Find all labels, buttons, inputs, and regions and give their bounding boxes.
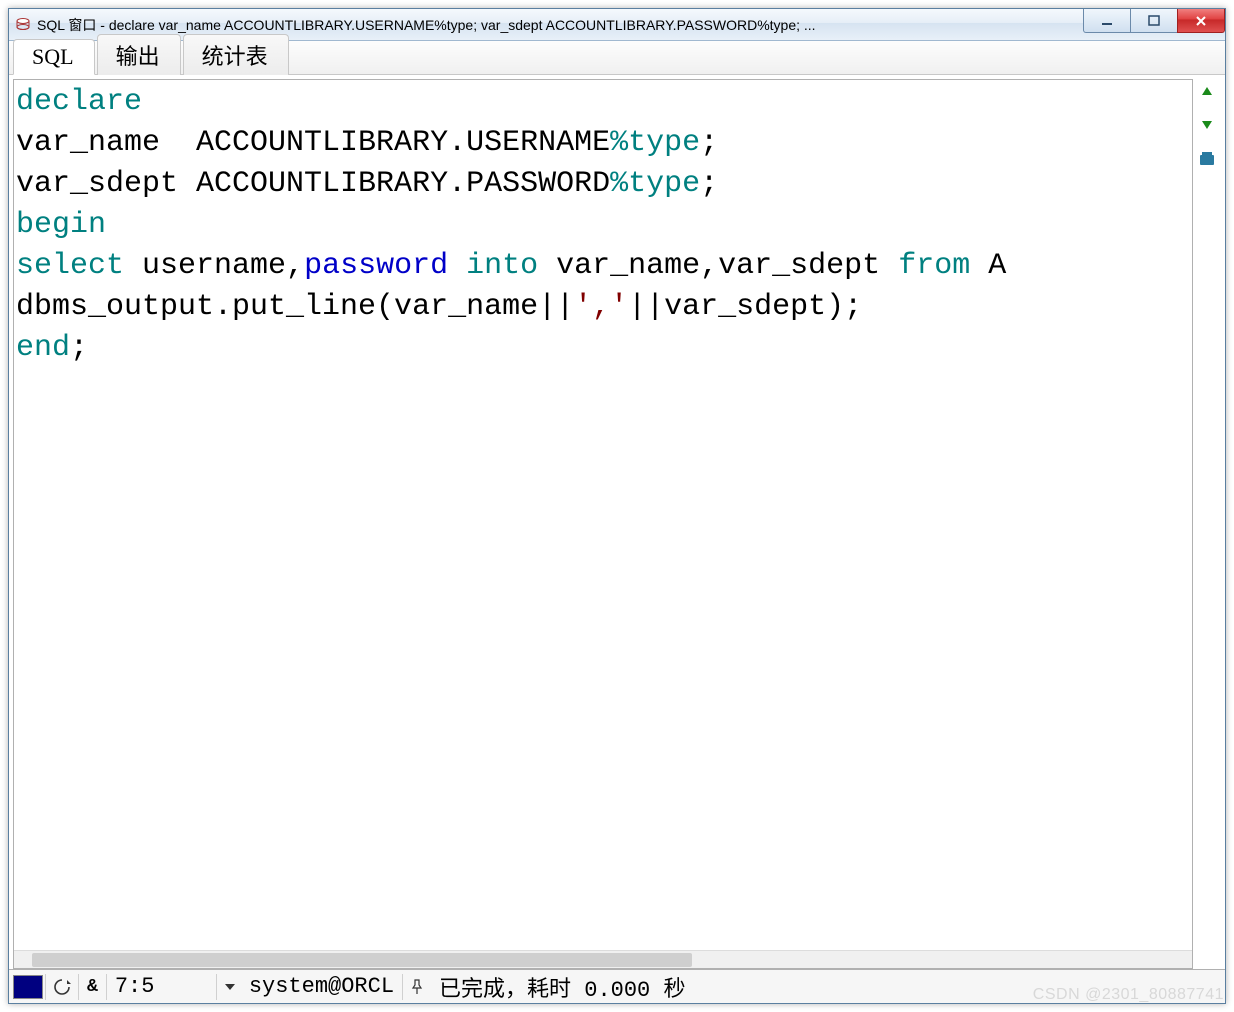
kw-select: select: [16, 249, 124, 283]
code-text: ||var_sdept);: [628, 290, 862, 324]
kw-password: password: [304, 249, 448, 283]
status-cursor-pos: 7:5: [107, 974, 217, 1000]
sql-window: SQL 窗口 - declare var_name ACCOUNTLIBRARY…: [8, 8, 1226, 1004]
sql-editor[interactable]: declare var_name ACCOUNTLIBRARY.USERNAME…: [14, 80, 1192, 950]
tab-sql[interactable]: SQL: [13, 39, 95, 75]
close-icon: [1195, 15, 1207, 27]
punct: ;: [70, 331, 88, 365]
code-text: username,: [124, 249, 304, 283]
breakpoint-icon[interactable]: [1200, 155, 1214, 165]
status-message: 已完成，耗时 0.000 秒: [431, 974, 1223, 1000]
window-title: SQL 窗口 - declare var_name ACCOUNTLIBRARY…: [37, 15, 1225, 35]
maximize-button[interactable]: [1130, 9, 1178, 33]
status-caret[interactable]: [217, 974, 241, 1000]
status-refresh[interactable]: [46, 974, 79, 1000]
code-text: var_name,var_sdept: [538, 249, 898, 283]
minimize-icon: [1101, 15, 1113, 27]
kw-declare: declare: [16, 85, 142, 119]
scrollbar-thumb[interactable]: [32, 953, 692, 967]
code-text: var_name ACCOUNTLIBRARY.USERNAME: [16, 126, 610, 160]
tabbar: SQL 输出 统计表: [9, 41, 1225, 75]
window-controls: [1084, 9, 1225, 33]
code-text: [448, 249, 466, 283]
minimize-button[interactable]: [1083, 9, 1131, 33]
kw-type: %type: [610, 167, 700, 201]
kw-into: into: [466, 249, 538, 283]
statusbar: & 7:5 system@ORCL 已完成，耗时 0.000 秒: [9, 969, 1225, 1003]
status-pin[interactable]: [403, 974, 431, 1000]
nav-up-icon[interactable]: [1202, 87, 1212, 95]
close-button[interactable]: [1177, 9, 1225, 33]
string-literal: ',': [574, 290, 628, 324]
side-gutter: [1193, 79, 1221, 969]
status-color-swatch[interactable]: [11, 974, 46, 1000]
horizontal-scrollbar[interactable]: [14, 950, 1192, 968]
editor-wrap: declare var_name ACCOUNTLIBRARY.USERNAME…: [13, 79, 1193, 969]
code-text: var_sdept ACCOUNTLIBRARY.PASSWORD: [16, 167, 610, 201]
kw-begin: begin: [16, 208, 106, 242]
tab-output[interactable]: 输出: [97, 34, 181, 75]
nav-down-icon[interactable]: [1202, 121, 1212, 129]
pin-icon: [409, 979, 425, 995]
kw-end: end: [16, 331, 70, 365]
code-text: dbms_output.put_line(var_name||: [16, 290, 574, 324]
status-anchor[interactable]: &: [79, 974, 107, 1000]
refresh-icon: [52, 977, 72, 997]
kw-from: from: [898, 249, 970, 283]
body-area: declare var_name ACCOUNTLIBRARY.USERNAME…: [9, 75, 1225, 969]
tab-statistics[interactable]: 统计表: [183, 34, 289, 75]
punct: ;: [700, 126, 718, 160]
color-box-icon: [13, 975, 43, 999]
anchor-icon: &: [87, 977, 98, 997]
kw-type: %type: [610, 126, 700, 160]
status-connection: system@ORCL: [241, 974, 403, 1000]
app-icon: [15, 17, 31, 33]
code-text: A: [970, 249, 1006, 283]
punct: ;: [700, 167, 718, 201]
caret-down-icon: [225, 984, 235, 990]
maximize-icon: [1148, 15, 1160, 27]
